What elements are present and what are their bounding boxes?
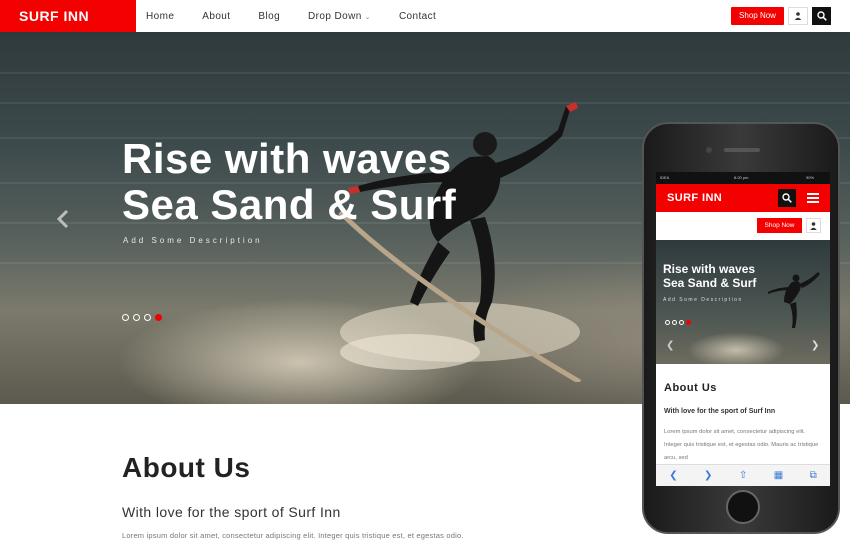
phone-hero-title-line-1: Rise with waves	[663, 262, 756, 276]
phone-search-button[interactable]	[778, 189, 796, 207]
phone-carrier: IDEA	[660, 175, 670, 180]
hero-subtitle: Add Some Description	[123, 236, 263, 245]
phone-mockup: IDEA 8:20 pm 90% SURF INN Shop Now Rise …	[642, 122, 840, 534]
menu-item-about[interactable]: About	[202, 11, 230, 22]
phone-hero-title: Rise with waves Sea Sand & Surf	[663, 262, 756, 290]
chevron-left-icon[interactable]: ❮	[666, 340, 674, 351]
search-button[interactable]	[812, 7, 831, 25]
hero-title-line-2: Sea Sand & Surf	[122, 181, 457, 228]
phone-navbar: SURF INN	[656, 184, 830, 212]
phone-home-button	[726, 490, 760, 524]
slider-dot-4[interactable]	[155, 314, 162, 321]
hero-title: Rise with waves Sea Sand & Surf	[122, 136, 456, 228]
chevron-right-icon[interactable]: ❯	[811, 340, 819, 351]
phone-about-title: About Us	[664, 382, 717, 394]
slider-dot-2[interactable]	[133, 314, 140, 321]
phone-shop-now-button[interactable]: Shop Now	[757, 218, 802, 233]
user-icon	[794, 12, 802, 20]
phone-about-text: Lorem ipsum dolor sit amet, consectetur …	[664, 429, 819, 461]
menu-item-contact[interactable]: Contact	[399, 11, 436, 22]
back-icon[interactable]: ❮	[669, 470, 677, 481]
phone-surfer-image	[768, 272, 820, 328]
about-title: About Us	[122, 452, 251, 483]
menu-item-dropdown[interactable]: Drop Down ⌄	[308, 11, 371, 22]
chevron-down-icon: ⌄	[364, 13, 371, 21]
phone-screen: IDEA 8:20 pm 90% SURF INN Shop Now Rise …	[656, 172, 830, 486]
hamburger-menu-icon[interactable]	[802, 189, 824, 207]
phone-time: 8:20 pm	[734, 175, 749, 180]
phone-hero-slider: Rise with waves Sea Sand & Surf Add Some…	[656, 240, 830, 364]
phone-slider-dot-2[interactable]	[672, 320, 677, 325]
menu-item-home[interactable]: Home	[146, 11, 174, 22]
user-icon	[810, 222, 817, 230]
phone-battery: 90%	[806, 175, 815, 180]
phone-about-subtitle: With love for the sport of Surf Inn	[664, 408, 776, 415]
share-icon[interactable]: ⇧	[739, 470, 747, 481]
forward-icon[interactable]: ❯	[704, 470, 712, 481]
slider-prev-arrow-icon[interactable]	[57, 210, 69, 228]
slider-dot-1[interactable]	[122, 314, 129, 321]
about-subtitle: With love for the sport of Surf Inn	[122, 504, 341, 520]
search-icon	[816, 11, 827, 21]
user-button[interactable]	[788, 7, 808, 25]
phone-speaker	[724, 148, 760, 152]
tabs-icon[interactable]: ⧉	[810, 470, 817, 481]
top-navbar: SURF INN Home About Blog Drop Down ⌄ Cont…	[0, 0, 850, 32]
phone-slider-dot-1[interactable]	[665, 320, 670, 325]
main-menu: Home About Blog Drop Down ⌄ Contact	[146, 0, 464, 32]
phone-hero-subtitle: Add Some Description	[663, 297, 743, 303]
phone-slider-dots	[665, 320, 691, 325]
menu-item-dropdown-label: Drop Down	[308, 10, 362, 22]
hero-title-line-1: Rise with waves	[122, 135, 452, 182]
about-text: Lorem ipsum dolor sit amet, consectetur …	[122, 531, 464, 540]
slider-dot-3[interactable]	[144, 314, 151, 321]
phone-camera	[706, 147, 712, 153]
phone-hero-title-line-2: Sea Sand & Surf	[663, 276, 757, 290]
brand-logo[interactable]: SURF INN	[0, 0, 136, 32]
phone-status-bar: IDEA 8:20 pm 90%	[656, 172, 830, 184]
phone-slider-dot-4[interactable]	[686, 320, 691, 325]
shop-now-button[interactable]: Shop Now	[731, 7, 784, 25]
phone-user-button[interactable]	[806, 218, 821, 233]
phone-slider-dot-3[interactable]	[679, 320, 684, 325]
bookmarks-icon[interactable]: ▦	[774, 470, 783, 481]
menu-item-blog[interactable]: Blog	[258, 11, 280, 22]
search-icon	[782, 193, 792, 203]
phone-browser-toolbar: ❮ ❯ ⇧ ▦ ⧉	[656, 464, 830, 486]
slider-dots	[122, 314, 162, 321]
phone-brand-logo[interactable]: SURF INN	[667, 192, 722, 204]
